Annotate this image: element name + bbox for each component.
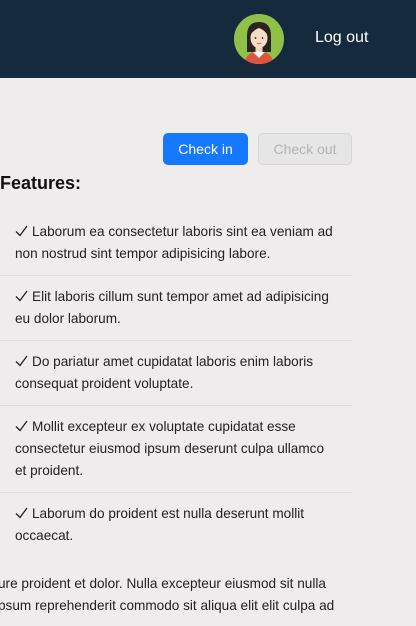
avatar-illustration <box>234 14 284 64</box>
checkmark-icon <box>15 355 28 367</box>
check-out-button[interactable]: Check out <box>258 133 352 165</box>
check-in-button[interactable]: Check in <box>163 133 248 165</box>
feature-item: Elit laboris cillum sunt tempor amet ad … <box>0 276 352 341</box>
logout-link[interactable]: Log out <box>315 28 368 48</box>
features-list: Laborum ea consectetur laboris sint ea v… <box>0 211 352 557</box>
paragraph-line: ure proident et dolor. Nulla excepteur e… <box>0 576 326 591</box>
feature-text: Laborum ea consectetur laboris sint ea v… <box>15 224 333 261</box>
feature-item: Do pariatur amet cupidatat laboris enim … <box>0 341 352 406</box>
user-avatar-icon[interactable] <box>234 14 284 64</box>
paragraph-line: psum reprehenderit commodo sit aliqua el… <box>0 598 335 613</box>
page: Log out Check in Check out Features: Lab… <box>0 0 416 626</box>
checkmark-icon <box>15 290 28 302</box>
feature-item: Laborum do proident est nulla deserunt m… <box>0 493 352 557</box>
checkmark-icon <box>15 420 28 432</box>
feature-item: Laborum ea consectetur laboris sint ea v… <box>0 211 352 276</box>
feature-text: Mollit excepteur ex voluptate cupidatat … <box>15 419 325 478</box>
feature-item: Mollit excepteur ex voluptate cupidatat … <box>0 406 352 493</box>
feature-text: Do pariatur amet cupidatat laboris enim … <box>15 354 314 391</box>
feature-text: Laborum do proident est nulla deserunt m… <box>15 506 305 543</box>
feature-text: Elit laboris cillum sunt tempor amet ad … <box>15 289 329 326</box>
top-navigation-bar: Log out <box>0 0 416 78</box>
checkmark-icon <box>15 225 28 237</box>
features-heading: Features: <box>0 173 82 193</box>
checkmark-icon <box>15 507 28 519</box>
description-paragraph: ure proident et dolor. Nulla excepteur e… <box>0 573 416 617</box>
